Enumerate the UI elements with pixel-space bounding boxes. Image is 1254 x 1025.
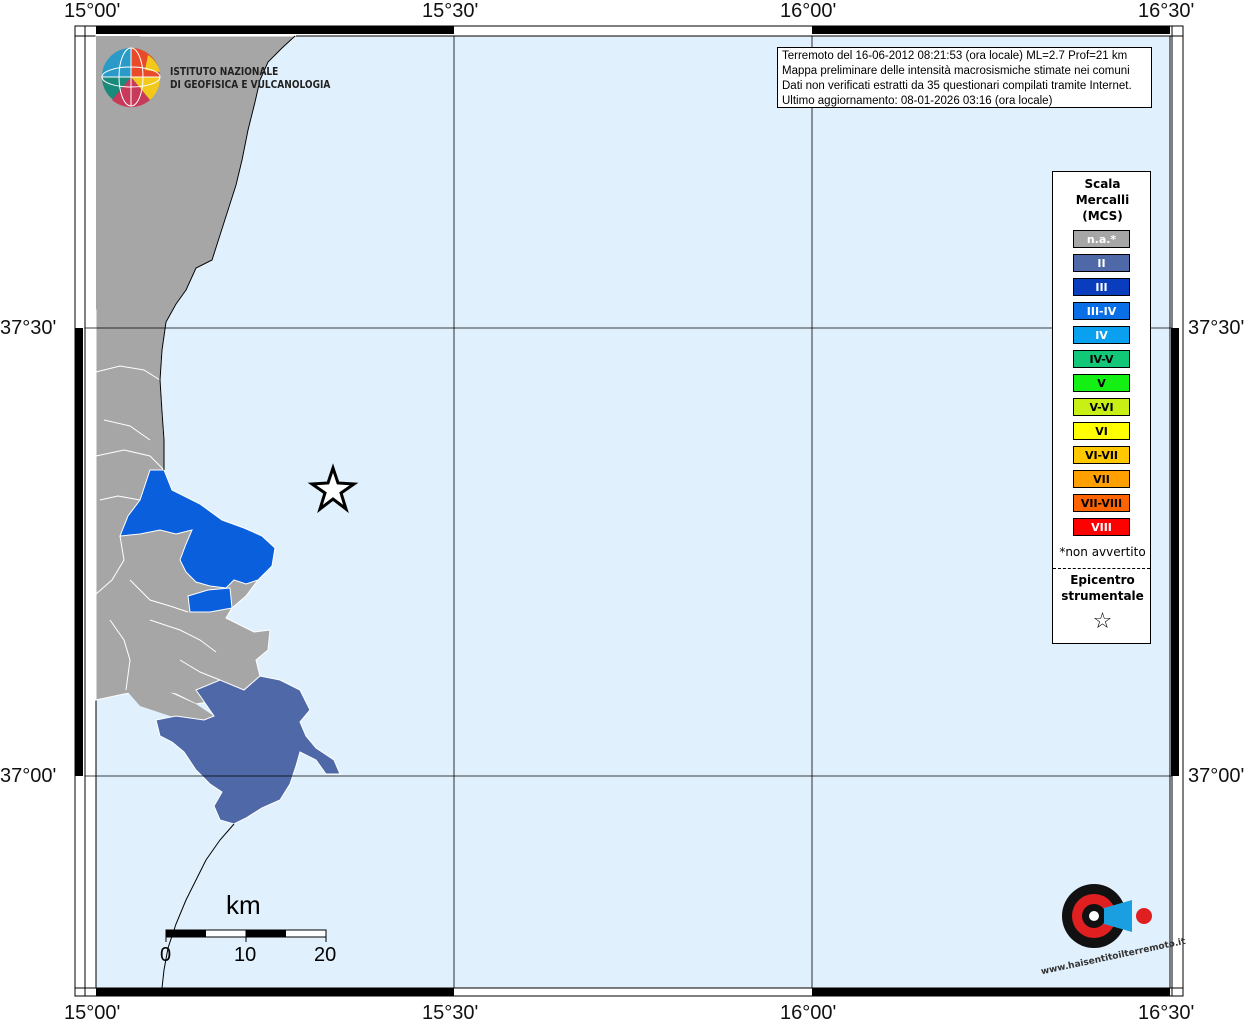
coord-bottom-15-00: 15°00' [64, 1002, 121, 1024]
coord-top-15-30: 15°30' [422, 0, 479, 22]
scalebar-unit: km [226, 890, 261, 920]
coord-bottom-16-00: 16°00' [780, 1002, 837, 1024]
coord-right-37-00: 37°00' [1188, 765, 1245, 787]
legend-swatch: IV-V [1073, 350, 1130, 368]
event-info-line1: Terremoto del 16-06-2012 08:21:53 (ora l… [782, 50, 1128, 62]
event-info-line4: Ultimo aggiornamento: 08-01-2026 03:16 (… [782, 95, 1053, 107]
ingv-logo-line2: DI GEOFISICA E VULCANOLOGIA [170, 78, 331, 91]
legend-separator [1053, 568, 1150, 569]
coord-left-37-30: 37°30' [0, 317, 57, 339]
coord-top-16-00: 16°00' [780, 0, 837, 22]
sea-area [96, 36, 1170, 988]
coord-bottom-15-30: 15°30' [422, 1002, 479, 1024]
legend-swatch: III-IV [1073, 302, 1130, 320]
legend-title-3: (MCS) [1082, 209, 1123, 223]
legend-title-2: Mercalli [1075, 193, 1130, 207]
legend-swatch: n.a.* [1073, 230, 1130, 248]
event-info-box: Terremoto del 16-06-2012 08:21:53 (ora l… [777, 47, 1152, 108]
legend-swatch: VIII [1073, 518, 1130, 536]
legend-swatch: VI [1073, 422, 1130, 440]
scalebar-tick-0: 0 [160, 944, 172, 966]
legend-swatch: VII-VIII [1073, 494, 1130, 512]
legend-swatch: IV [1073, 326, 1130, 344]
coord-bottom-16-30: 16°30' [1138, 1002, 1195, 1024]
ingv-logo-text: ISTITUTO NAZIONALE DI GEOFISICA E VULCAN… [170, 65, 330, 91]
legend-epicenter-1: Epicentro [1070, 573, 1135, 587]
legend-epicenter-2: strumentale [1061, 589, 1144, 603]
legend-swatch: II [1073, 254, 1130, 272]
coord-left-37-00: 37°00' [0, 765, 57, 787]
legend-swatch: VI-VII [1073, 446, 1130, 464]
event-info-line2: Mappa preliminare delle intensità macros… [782, 65, 1130, 77]
event-info-line3: Dati non verificati estratti da 35 quest… [782, 80, 1132, 92]
ingv-logo-line1: ISTITUTO NAZIONALE [170, 65, 279, 78]
coord-top-16-30: 16°30' [1138, 0, 1195, 22]
legend-swatch: VII [1073, 470, 1130, 488]
legend-swatch: V [1073, 374, 1130, 392]
legend-title-1: Scala [1084, 177, 1121, 191]
legend-note: *non avvertito [1059, 545, 1146, 559]
legend-star-icon: ☆ [1092, 609, 1113, 634]
intensity-legend: Scala Mercalli (MCS) n.a.* II III III-IV IV I… [1052, 171, 1151, 644]
scalebar-tick-10: 10 [234, 944, 257, 966]
coord-right-37-30: 37°30' [1188, 317, 1245, 339]
scalebar-tick-20: 20 [314, 944, 337, 966]
legend-swatch: III [1073, 278, 1130, 296]
coord-top-15-00: 15°00' [64, 0, 121, 22]
legend-swatch: V-VI [1073, 398, 1130, 416]
